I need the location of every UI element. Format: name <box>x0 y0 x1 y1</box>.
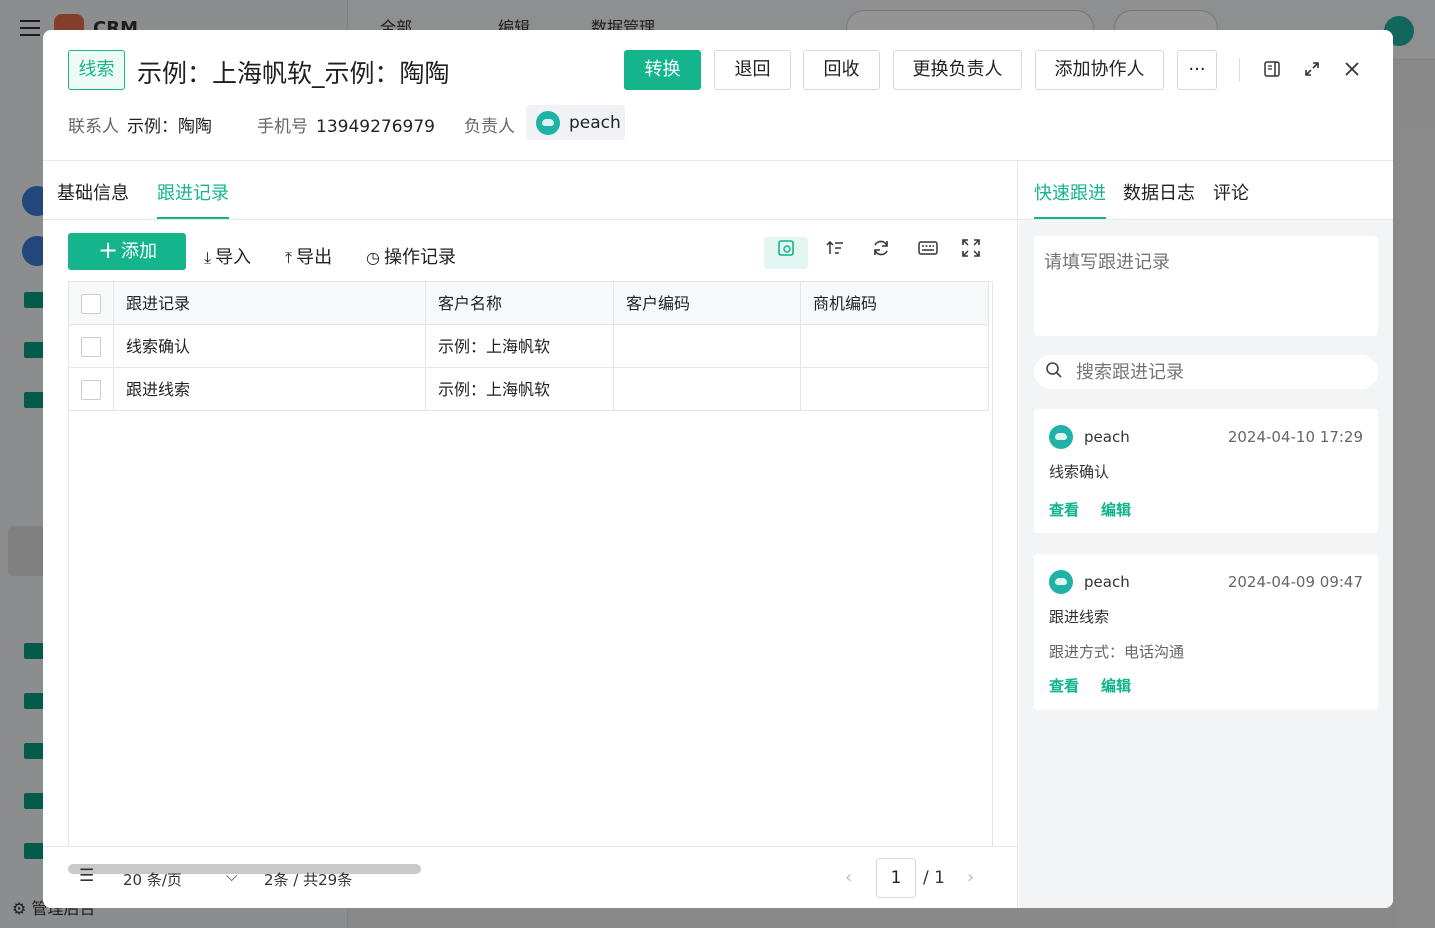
page-title: 示例：上海帆软_示例：陶陶 <box>137 59 450 88</box>
column-header[interactable]: 跟进记录 <box>114 282 426 325</box>
row-checkbox[interactable] <box>81 380 101 400</box>
next-page-icon[interactable]: › <box>967 867 974 888</box>
add-button[interactable]: + 添加 <box>68 233 186 270</box>
record-time: 2024-04-10 17:29 <box>1227 428 1363 446</box>
phone-label: 手机号 <box>257 117 308 137</box>
return-button[interactable]: 退回 <box>714 50 791 90</box>
edit-link[interactable]: 编辑 <box>1101 675 1131 696</box>
left-pane: 基础信息 跟进记录 + 添加 ⤓ 导入 ⤒ 导出 ◷ 操作记录 跟进记录 客户名… <box>43 161 1018 908</box>
phone-value: 13949276979 <box>316 117 435 137</box>
column-header[interactable]: 商机编码 <box>801 282 989 325</box>
table-cell <box>614 325 801 368</box>
avatar <box>1049 570 1073 594</box>
owner-name: peach <box>569 113 621 133</box>
table-row[interactable]: 线索确认 示例：上海帆软 <box>69 325 989 368</box>
fullscreen-icon[interactable] <box>955 237 987 269</box>
table-cell <box>614 368 801 411</box>
refresh-icon[interactable] <box>865 237 897 269</box>
avatar <box>536 111 560 135</box>
prev-page-icon[interactable]: ‹ <box>845 867 852 888</box>
record-content: 线索确认 <box>1049 463 1110 481</box>
export-button[interactable]: ⤒ 导出 <box>285 243 332 269</box>
view-toggle-icon[interactable] <box>764 237 808 269</box>
owner-chip[interactable]: peach <box>526 105 625 140</box>
expand-icon[interactable] <box>1302 60 1322 80</box>
convert-button[interactable]: 转换 <box>624 50 701 90</box>
side-tabs: 快速跟进 数据日志 评论 <box>1019 161 1393 220</box>
tab-basic-info[interactable]: 基础信息 <box>57 179 129 205</box>
record-content: 跟进线索 <box>1049 608 1110 626</box>
sort-icon[interactable] <box>819 237 851 269</box>
clock-icon: ◷ <box>366 248 380 267</box>
contact-label: 联系人 <box>68 117 119 137</box>
tab-data-log[interactable]: 数据日志 <box>1123 179 1195 205</box>
chevron-down-icon[interactable]: ⌵ <box>226 867 237 885</box>
table-cell: 线索确认 <box>114 325 426 368</box>
column-settings-icon[interactable]: ☰ <box>79 866 94 886</box>
lead-tag: 线索 <box>68 50 125 90</box>
avatar <box>1049 425 1073 449</box>
phone-meta: 手机号 13949276979 <box>257 112 435 137</box>
page-size-select[interactable]: 20 条/页 <box>123 869 182 890</box>
add-collaborator-button[interactable]: 添加协作人 <box>1035 50 1164 90</box>
record-time: 2024-04-09 09:47 <box>1227 573 1363 591</box>
plus-icon: + <box>98 236 119 264</box>
pagination: ☰ 20 条/页 ⌵ 2条 / 共29条 ‹ 1 / 1 › <box>43 846 1017 908</box>
tab-quick-follow[interactable]: 快速跟进 <box>1034 179 1106 205</box>
detail-tabs: 基础信息 跟进记录 <box>43 161 1017 220</box>
record-count: 2条 / 共29条 <box>264 871 353 889</box>
change-owner-button[interactable]: 更换负责人 <box>893 50 1022 90</box>
contact-value: 示例：陶陶 <box>127 117 212 137</box>
record-user: peach <box>1084 573 1130 591</box>
table-cell <box>801 325 989 368</box>
sidebar-panel-icon[interactable] <box>1262 60 1282 80</box>
view-link[interactable]: 查看 <box>1049 675 1079 696</box>
close-icon[interactable] <box>1342 60 1362 80</box>
import-button[interactable]: ⤓ 导入 <box>204 243 251 269</box>
record-user: peach <box>1084 428 1130 446</box>
select-all-cell <box>69 282 114 325</box>
tab-comments[interactable]: 评论 <box>1213 179 1249 205</box>
row-select-cell <box>69 325 114 368</box>
owner-label: 负责人 <box>464 117 515 137</box>
download-icon: ⤓ <box>204 248 212 267</box>
lead-detail-modal: 线索 示例：上海帆软_示例：陶陶 转换 退回 回收 更换负责人 添加协作人 ··… <box>43 30 1393 908</box>
column-header[interactable]: 客户名称 <box>426 282 614 325</box>
search-input[interactable] <box>1076 359 1366 385</box>
table-header: 跟进记录 客户名称 客户编码 商机编码 <box>69 282 989 325</box>
total-pages: / 1 <box>923 868 945 888</box>
upload-icon: ⤒ <box>285 248 293 267</box>
modal-header: 线索 示例：上海帆软_示例：陶陶 转换 退回 回收 更换负责人 添加协作人 ··… <box>43 30 1393 161</box>
row-select-cell <box>69 368 114 411</box>
tab-follow-up[interactable]: 跟进记录 <box>157 179 229 205</box>
contact-meta: 联系人 示例：陶陶 <box>68 112 212 137</box>
follow-up-card: peach 2024-04-09 09:47 跟进线索 跟进方式：电话沟通 查看… <box>1034 554 1378 710</box>
page-input[interactable]: 1 <box>876 858 916 898</box>
active-tab-indicator <box>157 217 229 219</box>
divider <box>1239 58 1240 82</box>
table-cell: 示例：上海帆软 <box>426 325 614 368</box>
table-cell <box>801 368 989 411</box>
table-cell: 示例：上海帆软 <box>426 368 614 411</box>
table-cell: 跟进线索 <box>114 368 426 411</box>
follow-up-table: 跟进记录 客户名称 客户编码 商机编码 线索确认 示例：上海帆软 跟进线索 示例… <box>68 281 993 846</box>
search-icon <box>1045 361 1063 384</box>
column-header[interactable]: 客户编码 <box>614 282 801 325</box>
record-search[interactable] <box>1034 355 1378 389</box>
record-method: 跟进方式：电话沟通 <box>1049 643 1185 661</box>
follow-up-input[interactable] <box>1034 236 1378 336</box>
row-checkbox[interactable] <box>81 337 101 357</box>
active-tab-indicator <box>1034 217 1106 219</box>
select-all-checkbox[interactable] <box>81 294 101 314</box>
edit-link[interactable]: 编辑 <box>1101 499 1131 520</box>
recycle-button[interactable]: 回收 <box>803 50 880 90</box>
add-button-label: 添加 <box>121 241 157 262</box>
table-row[interactable]: 跟进线索 示例：上海帆软 <box>69 368 989 411</box>
more-button[interactable]: ··· <box>1177 50 1217 90</box>
view-link[interactable]: 查看 <box>1049 499 1079 520</box>
operation-log-button[interactable]: ◷ 操作记录 <box>366 243 456 269</box>
follow-up-card: peach 2024-04-10 17:29 线索确认 查看 编辑 <box>1034 409 1378 533</box>
keyboard-icon[interactable] <box>912 237 944 269</box>
right-pane: 快速跟进 数据日志 评论 peach 2024-04-10 17:29 线索确认… <box>1019 161 1393 908</box>
